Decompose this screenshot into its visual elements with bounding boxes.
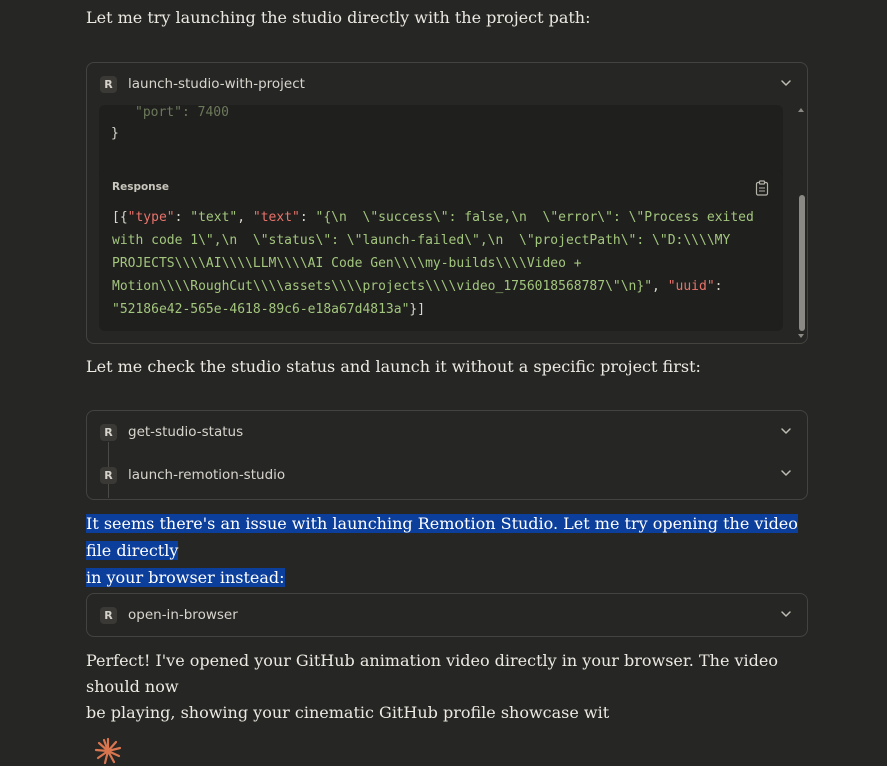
message-text: Let me check the studio status and launc… — [86, 357, 701, 376]
code-token: with code 1\",\n \"status\": \"launch-fa… — [112, 233, 731, 248]
tool-name: get-studio-status — [128, 424, 244, 440]
tool-call-header-launch-studio[interactable]: R launch-remotion-studio — [87, 453, 807, 497]
assistant-message-final: Perfect! I've opened your GitHub animati… — [86, 648, 816, 726]
tool-badge: R — [100, 423, 117, 441]
response-block: Response [{"type": "text", "text": "{\n … — [99, 170, 783, 331]
message-text-line: be playing, showing your cinematic GitHu… — [86, 703, 610, 722]
chevron-down-icon[interactable] — [779, 424, 793, 438]
selected-text-line: It seems there's an issue with launching… — [86, 514, 798, 560]
code-token: "text" — [252, 210, 300, 225]
code-token: : — [714, 279, 723, 294]
scroll-up-icon[interactable] — [797, 107, 805, 113]
request-close-brace: } — [111, 126, 119, 141]
clipboard-icon[interactable] — [755, 180, 769, 196]
code-token: , — [652, 279, 668, 294]
message-text-line: Perfect! I've opened your GitHub animati… — [86, 651, 778, 696]
tool-call-header[interactable]: R open-in-browser — [87, 594, 807, 636]
message-text: Let me try launching the studio directly… — [86, 8, 591, 27]
assistant-message-intro: Let me try launching the studio directly… — [86, 5, 806, 31]
assistant-message-issue: It seems there's an issue with launching… — [86, 510, 816, 591]
scrollbar[interactable] — [795, 105, 807, 341]
chevron-down-icon[interactable] — [779, 466, 793, 480]
code-token: "type" — [127, 210, 175, 225]
scroll-down-icon[interactable] — [797, 333, 805, 339]
tool-call-header-get-status[interactable]: R get-studio-status — [87, 411, 807, 453]
scrollbar-thumb[interactable] — [799, 195, 805, 331]
claude-spark-icon — [94, 737, 122, 765]
tool-name: launch-studio-with-project — [128, 76, 305, 92]
tool-badge: R — [100, 606, 117, 624]
code-token: Motion\\\\RoughCut\\\\assets\\\\projects… — [112, 279, 653, 294]
tool-name: launch-remotion-studio — [128, 467, 286, 483]
code-token: "52186e42-565e-4618-89c6-e18a67d4813a" — [112, 302, 410, 317]
tool-name: open-in-browser — [128, 607, 238, 623]
code-token: }] — [409, 302, 426, 317]
tool-badge: R — [100, 466, 117, 484]
request-port-line: "port": 7400 — [135, 105, 229, 120]
code-token: PROJECTS\\\\AI\\\\LLM\\\\AI Code Gen\\\\… — [112, 256, 582, 271]
tool-call-card-open-browser: R open-in-browser — [86, 593, 808, 637]
code-token: , — [237, 210, 253, 225]
tool-badge: R — [100, 75, 117, 93]
code-token: : — [174, 210, 191, 225]
assistant-message-check-status: Let me check the studio status and launc… — [86, 354, 806, 380]
tool-call-header[interactable]: R launch-studio-with-project — [87, 63, 807, 105]
code-token: "text" — [190, 210, 238, 225]
code-token: "uuid" — [667, 279, 715, 294]
selected-text-line: in your browser instead: — [86, 568, 285, 587]
chevron-down-icon[interactable] — [779, 76, 793, 90]
code-token: [{ — [112, 210, 128, 225]
code-token: "{\n \"success\": false,\n \"error\": \"… — [315, 210, 754, 225]
tool-call-card-launch-with-project: R launch-studio-with-project "port": 740… — [86, 62, 808, 344]
response-code: [{"type": "text", "text": "{\n \"success… — [112, 206, 754, 321]
tool-call-group: R get-studio-status R launch-remotion-st… — [86, 410, 808, 500]
code-token: : — [299, 210, 316, 225]
chevron-down-icon[interactable] — [779, 607, 793, 621]
response-label: Response — [112, 181, 170, 193]
